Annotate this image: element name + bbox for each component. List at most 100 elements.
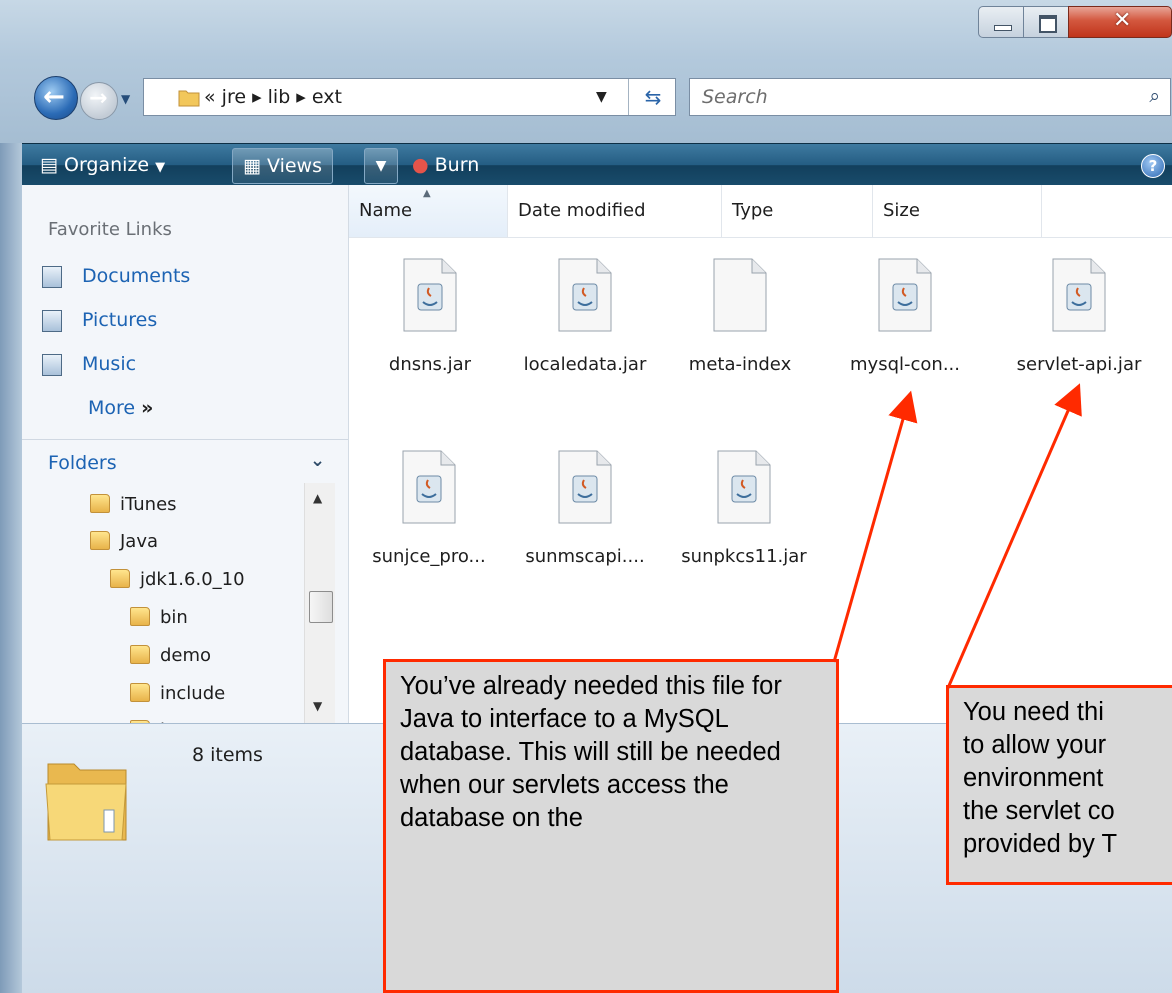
jar-file-icon [402,450,456,524]
file-item[interactable]: mysql-con... [830,258,980,375]
views-label: Views [267,155,322,177]
favorite-links-title: Favorite Links [48,219,172,240]
burn-label: Burn [434,154,480,176]
column-header-size[interactable]: Size [873,185,1042,237]
jar-file-icon [717,450,771,524]
tree-item-demo[interactable]: demo [130,645,211,666]
back-button[interactable]: ← [34,76,78,120]
maximize-button[interactable] [1023,6,1069,38]
column-header-type[interactable]: Type [722,185,873,237]
favorite-link-documents[interactable]: Documents [42,265,190,288]
tree-item-label: include [160,683,226,704]
breadcrumb[interactable]: « jre ▸ lib ▸ ext [204,86,342,108]
command-bar: ▤ Organize ▼ ▦ Views ▼ ● Burn ? [0,143,1172,186]
more-label: More [88,397,136,419]
views-icon: ▦ [243,155,261,177]
file-item[interactable]: localedata.jar [510,258,660,375]
file-name: sunpkcs11.jar [681,546,807,567]
window-frame-left [0,143,22,993]
close-button[interactable]: ✕ [1068,6,1172,38]
arrow-to-mysql [832,390,918,663]
item-count: 8 items [192,744,263,766]
scroll-down-icon[interactable]: ▼ [313,699,322,713]
forward-button[interactable]: → [80,82,118,120]
tree-item-label: Java [120,531,159,552]
column-header-label: Name [359,200,413,221]
file-item[interactable]: sunjce_pro... [354,450,504,567]
favorite-link-pictures[interactable]: Pictures [42,309,157,332]
views-button[interactable]: ▦ Views [232,148,333,184]
chevron-down-icon: ⌄ [310,450,326,471]
column-header-name[interactable]: ▲ Name [349,185,508,237]
explorer-window: ✕ ← → ▼ « jre ▸ lib ▸ ext ▼ ⇆ Search ⌕ ▤… [0,0,1172,993]
minimize-icon [994,25,1012,31]
blank-file-icon [713,258,767,332]
organize-icon: ▤ [40,154,58,176]
column-header-label: Type [732,200,774,221]
favorite-link-music[interactable]: Music [42,353,136,376]
file-item[interactable]: sunmscapi.... [510,450,660,567]
folder-icon [110,569,130,588]
breadcrumb-overflow[interactable]: « [204,86,216,108]
address-dropdown-icon[interactable]: ▼ [596,89,607,105]
forward-arrow-icon: → [89,86,108,111]
jar-file-icon [558,450,612,524]
close-icon: ✕ [1113,8,1132,33]
column-header-label: Date modified [518,200,646,221]
column-header-label: Size [883,200,920,221]
callout-line: environment [963,764,1104,792]
search-icon[interactable]: ⌕ [1149,85,1160,107]
refresh-button[interactable]: ⇆ [628,79,677,115]
file-item[interactable]: meta-index [665,258,815,375]
tree-item-itunes[interactable]: iTunes [90,494,177,515]
breadcrumb-path[interactable]: jre ▸ lib ▸ ext [222,86,342,108]
jar-file-icon [1052,258,1106,332]
search-placeholder[interactable]: Search [702,86,768,108]
organize-label: Organize [64,154,150,176]
tree-item-jdk[interactable]: jdk1.6.0_10 [110,569,245,590]
scroll-up-icon[interactable]: ▲ [313,491,322,505]
favorite-link-label: Pictures [82,309,158,331]
file-item[interactable]: dnsns.jar [355,258,505,375]
folder-icon [130,683,150,702]
callout-line: to allow your [963,731,1107,759]
tree-item-label: demo [160,645,212,666]
tree-item-label: bin [160,607,188,628]
folders-title: Folders [48,452,117,474]
more-links[interactable]: More » [88,397,153,419]
double-chevron-icon: » [141,397,154,419]
folder-icon [130,645,150,664]
file-name: mysql-con... [850,354,960,375]
callout-line: provided by T [963,830,1118,858]
column-header-date-modified[interactable]: Date modified [508,185,722,237]
folder-icon [178,90,200,107]
folder-icon [90,494,110,513]
search-box[interactable]: Search ⌕ [689,78,1171,116]
organize-menu[interactable]: ▤ Organize ▼ [40,144,165,186]
tree-item-label: jdk1.6.0_10 [140,569,245,590]
views-dropdown-button[interactable]: ▼ [364,148,398,184]
recent-pages-dropdown-icon[interactable]: ▼ [121,92,130,106]
file-name: servlet-api.jar [1016,354,1142,375]
minimize-button[interactable] [978,6,1024,38]
tree-item-include[interactable]: include [130,683,225,704]
folders-header[interactable]: Folders ⌄ [22,439,348,482]
callout-line: the servlet co [963,797,1115,825]
tree-item-bin[interactable]: bin [130,607,188,628]
folder-icon [130,607,150,626]
callout-mysql-connector: You’ve already needed this file for Java… [383,659,839,993]
burn-button[interactable]: ● Burn [412,144,479,186]
arrow-to-servlet-api [946,383,1082,689]
tree-item-java[interactable]: Java [90,531,158,552]
file-name: dnsns.jar [388,354,472,375]
title-and-address-area: ✕ ← → ▼ « jre ▸ lib ▸ ext ▼ ⇆ Search ⌕ [0,0,1172,143]
file-item[interactable]: sunpkcs11.jar [669,450,819,567]
pictures-icon [42,309,62,332]
address-bar[interactable]: « jre ▸ lib ▸ ext ▼ ⇆ [143,78,676,116]
help-icon[interactable]: ? [1141,154,1165,178]
folders-scrollbar[interactable]: ▲ ▼ [304,483,335,723]
sort-ascending-icon: ▲ [423,188,431,199]
jar-file-icon [403,258,457,332]
file-item[interactable]: servlet-api.jar [994,258,1164,375]
scrollbar-thumb[interactable] [309,591,333,623]
